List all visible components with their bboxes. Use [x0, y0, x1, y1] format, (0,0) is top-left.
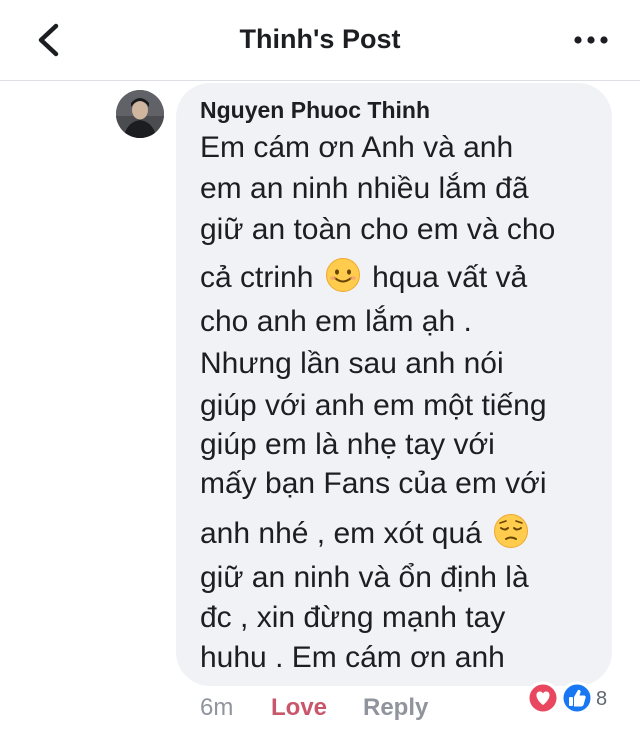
heart-reaction-icon — [526, 681, 560, 715]
comment-text-line: Nhưng lần sau anh nói — [200, 347, 504, 380]
comment-text-line: huhu . Em cám ơn anh — [200, 641, 505, 674]
comment-text-line: giúp em là nhẹ tay với — [200, 428, 495, 461]
comment-text-line: em an ninh nhiều lắm đã — [200, 172, 529, 205]
page-title: Thinh's Post — [239, 24, 401, 54]
more-horizontal-icon — [574, 36, 608, 44]
reaction-count[interactable]: 8 — [596, 688, 607, 711]
comment-text-segment: hqua vất vả — [372, 260, 528, 294]
comment-text-line: mấy bạn Fans của em với — [200, 467, 547, 500]
comment-text-segment: anh nhé , em xót quá — [200, 516, 482, 550]
comment-author[interactable]: Nguyen Phuoc Thinh — [200, 97, 430, 124]
comment-text-segment: cả ctrinh — [200, 260, 314, 294]
reply-button[interactable]: Reply — [363, 694, 428, 722]
comment-text-line: giúp với anh em một tiếng — [200, 389, 547, 422]
comment-text-line: đc , xin đừng mạnh tay — [200, 601, 506, 634]
comment-text-line: Em cám ơn Anh và anh — [200, 131, 514, 164]
profile-photo — [116, 90, 164, 138]
avatar[interactable] — [116, 90, 164, 138]
comment-timestamp: 6m — [200, 694, 234, 721]
like-reaction-icon — [560, 681, 594, 715]
comment-text-line: giữ an ninh và ổn định là — [200, 561, 529, 594]
pensive-face-icon — [493, 513, 529, 557]
smiling-face-icon — [325, 257, 361, 301]
more-options-button[interactable] — [572, 28, 612, 52]
top-bar: Thinh's Post — [0, 0, 640, 81]
comment-text-line-with-emoji: anh nhé , em xót quá — [200, 513, 532, 557]
comment-text-line: giữ an toàn cho em và cho — [200, 213, 556, 246]
love-reaction-button[interactable]: Love — [271, 694, 327, 722]
comment-bubble: Nguyen Phuoc Thinh Em cám ơn Anh và anh … — [176, 83, 612, 686]
comment-text-line-with-emoji: cả ctrinh hqua vất vả — [200, 257, 527, 301]
comment-text-line: cho anh em lắm ạh . — [200, 305, 472, 338]
